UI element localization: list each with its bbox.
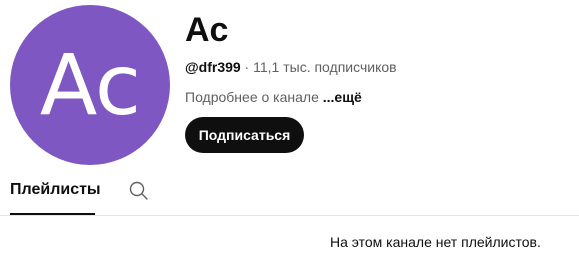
channel-meta: @dfr399 · 11,1 тыс. подписчиков [185, 58, 397, 76]
search-icon[interactable] [127, 179, 151, 203]
empty-playlists-message: На этом канале нет плейлистов. [330, 234, 541, 250]
subscribe-button[interactable]: Подписаться [185, 117, 304, 153]
channel-name: Ac [185, 11, 229, 49]
tab-playlists[interactable]: Плейлисты [10, 170, 101, 215]
channel-handle[interactable]: @dfr399 [185, 59, 241, 75]
channel-about[interactable]: Подробнее о канале ...ещё [185, 88, 362, 106]
channel-tabs: Плейлисты [0, 170, 579, 216]
channel-avatar[interactable]: Ac [10, 5, 170, 165]
about-text: Подробнее о канале [185, 89, 323, 105]
subscriber-count: 11,1 тыс. подписчиков [253, 59, 397, 75]
avatar-initials: Ac [39, 36, 141, 134]
search-icon-glyph [129, 181, 148, 200]
meta-separator: · [240, 59, 254, 75]
about-more-link[interactable]: ...ещё [323, 89, 362, 105]
